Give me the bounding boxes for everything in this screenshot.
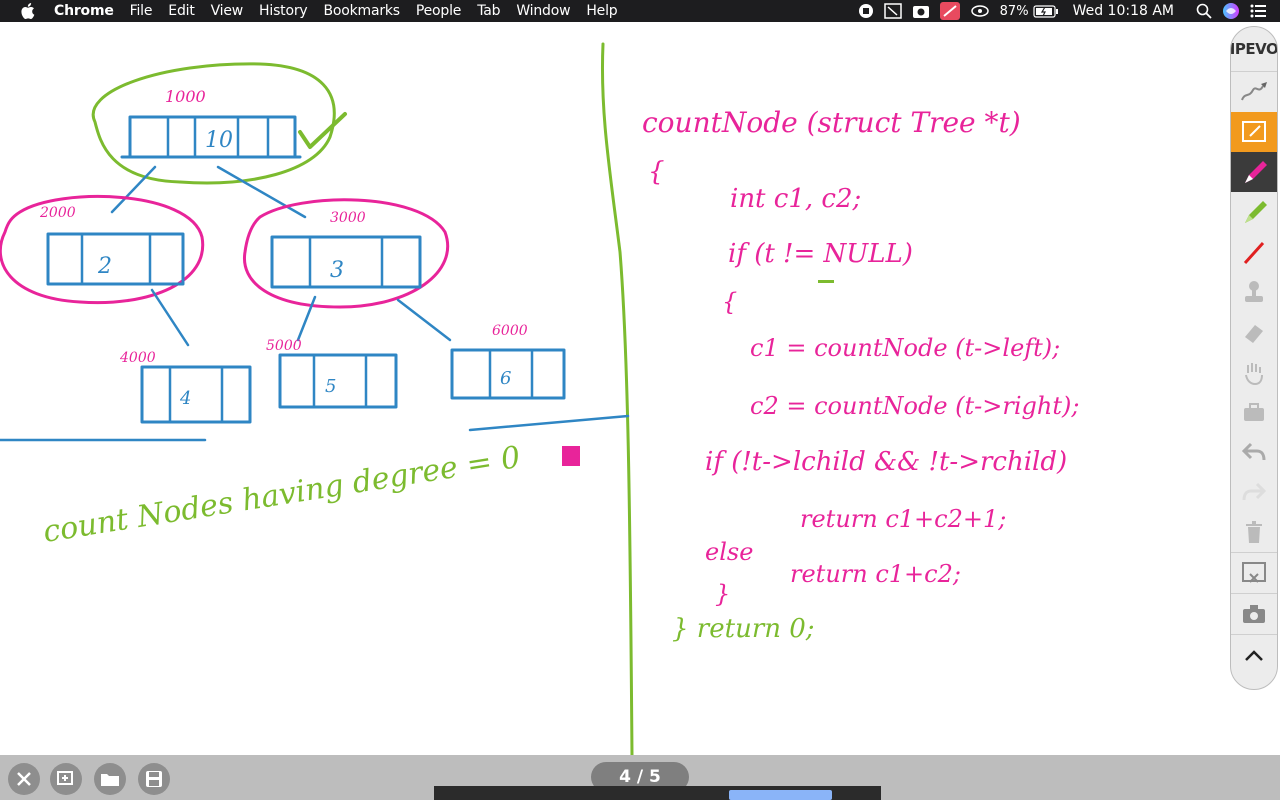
page-thumbnail-strip[interactable] <box>434 786 881 800</box>
tree-node-value: 2 <box>97 254 112 279</box>
node-address: 6000 <box>492 323 528 339</box>
underline-mark <box>818 280 834 283</box>
close-icon[interactable] <box>8 763 40 795</box>
hand-icon[interactable] <box>1231 352 1277 392</box>
menu-history[interactable]: History <box>259 3 308 19</box>
pen-pink-icon[interactable] <box>1231 152 1277 192</box>
open-folder-icon[interactable] <box>94 763 126 795</box>
code-line: } <box>715 580 730 608</box>
code-line: if (!t->lchild && !t->rchild) <box>705 447 1067 477</box>
code-line: c2 = countNode (t->right); <box>750 392 1079 420</box>
notification-center-icon[interactable] <box>1250 4 1266 18</box>
pen-red-icon[interactable] <box>1231 232 1277 272</box>
airplay-sync-icon[interactable] <box>970 3 990 19</box>
apple-logo-icon[interactable] <box>20 3 36 19</box>
snapshot-icon[interactable] <box>1231 552 1277 593</box>
tree-node-value: 5 <box>325 376 336 397</box>
code-line: } return 0; <box>672 614 815 644</box>
menu-app-name[interactable]: Chrome <box>54 3 114 19</box>
node-address: 2000 <box>39 205 76 221</box>
code-line: else <box>705 538 753 566</box>
camera-menu-icon[interactable] <box>912 3 930 19</box>
menu-bar: Chrome File Edit View History Bookmarks … <box>0 0 1280 22</box>
whiteboard-drawing: 10 2 3 4 5 6 1000 2000 3000 4000 5000 60… <box>0 42 1079 755</box>
caption-text: count Nodes having degree = 0 <box>41 440 523 550</box>
code-line: { <box>722 288 737 316</box>
code-line: c1 = countNode (t->left); <box>750 334 1060 362</box>
node-address: 4000 <box>119 350 156 366</box>
degree-zero-mark <box>562 446 580 466</box>
node-address: 5000 <box>266 338 302 354</box>
menu-help[interactable]: Help <box>586 3 617 19</box>
pen-icon[interactable] <box>1231 72 1277 112</box>
trash-icon[interactable] <box>1231 512 1277 552</box>
menu-people[interactable]: People <box>416 3 462 19</box>
menu-file[interactable]: File <box>130 3 153 19</box>
undo-icon[interactable] <box>1231 432 1277 472</box>
code-line: return c1+c2+1; <box>800 505 1006 533</box>
spotlight-search-icon[interactable] <box>1196 3 1212 19</box>
tree-node-value: 10 <box>205 128 233 153</box>
redo-icon[interactable] <box>1231 472 1277 512</box>
node-address: 1000 <box>165 87 206 106</box>
clock[interactable]: Wed 10:18 AM <box>1073 3 1174 19</box>
toolbox-icon[interactable] <box>1231 392 1277 432</box>
tree-node-value: 3 <box>330 258 344 283</box>
new-page-icon[interactable] <box>50 763 82 795</box>
ipevo-logo: IPEVO <box>1231 27 1277 72</box>
code-line: { <box>648 157 665 187</box>
menu-bookmarks[interactable]: Bookmarks <box>323 3 400 19</box>
camera-icon[interactable] <box>1231 593 1277 634</box>
record-icon[interactable] <box>858 3 874 19</box>
bottom-bar: 4 / 5 <box>0 755 1280 800</box>
select-area-icon[interactable] <box>1231 112 1277 152</box>
collapse-up-icon[interactable] <box>1231 634 1277 675</box>
menu-window[interactable]: Window <box>516 3 570 19</box>
code-line: countNode (struct Tree *t) <box>642 106 1021 139</box>
code-line: int c1, c2; <box>730 184 861 214</box>
battery-percent: 87% <box>999 3 1029 19</box>
code-line: if (t != NULL) <box>728 239 913 269</box>
current-page-thumbnail[interactable] <box>729 790 832 800</box>
stamp-icon[interactable] <box>1231 272 1277 312</box>
save-icon[interactable] <box>138 763 170 795</box>
annotation-app-icon[interactable] <box>939 2 960 20</box>
whiteboard-canvas[interactable]: 10 2 3 4 5 6 1000 2000 3000 4000 5000 60… <box>0 22 1228 755</box>
tree-node-value: 4 <box>179 388 191 409</box>
menu-tab[interactable]: Tab <box>477 3 500 19</box>
tree-node-value: 6 <box>500 368 511 389</box>
menu-edit[interactable]: Edit <box>168 3 195 19</box>
ipevo-toolbar: IPEVO <box>1230 26 1278 690</box>
siri-icon[interactable] <box>1222 2 1240 20</box>
code-line: return c1+c2; <box>790 560 961 588</box>
screenshot-tool-icon[interactable] <box>883 3 902 19</box>
battery-icon[interactable] <box>1032 4 1059 18</box>
pen-green-icon[interactable] <box>1231 192 1277 232</box>
eraser-icon[interactable] <box>1231 312 1277 352</box>
menu-view[interactable]: View <box>211 3 244 19</box>
node-address: 3000 <box>330 210 366 226</box>
